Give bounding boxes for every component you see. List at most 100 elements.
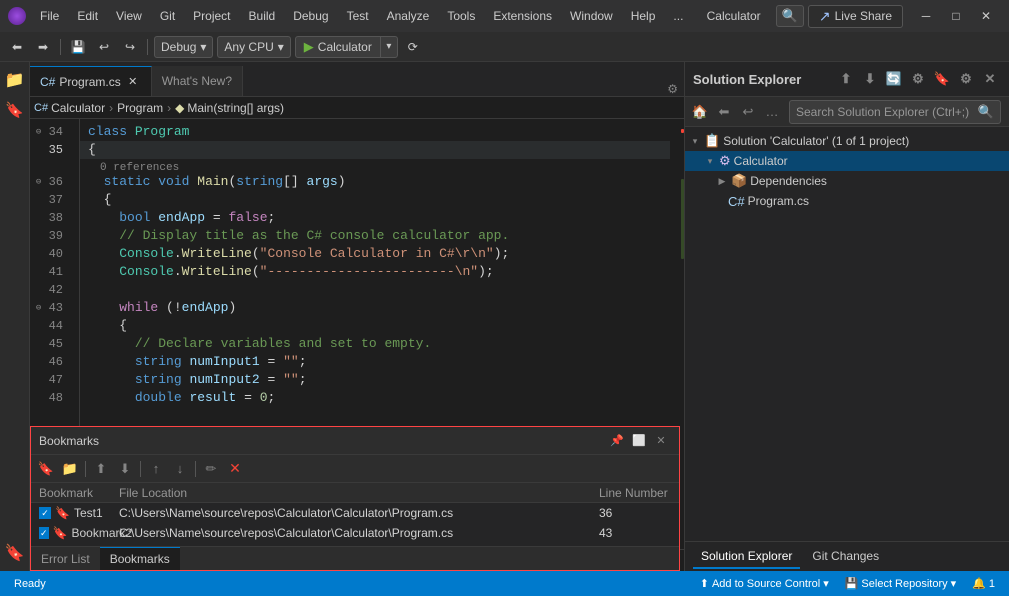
se-search[interactable]: Search Solution Explorer (Ctrl+;) 🔍 [789,100,1001,124]
menu-window[interactable]: Window [562,7,621,25]
se-tab-git-changes[interactable]: Git Changes [804,545,887,569]
bm-row1-checkbox[interactable]: ✓ [39,507,51,519]
forward-button[interactable]: ➡ [32,36,54,58]
code-line-ref: 0 references [80,159,670,173]
menu-analyze[interactable]: Analyze [379,7,438,25]
se-arrow-down[interactable]: ⬇ [859,68,881,90]
back-button[interactable]: ⬅ [6,36,28,58]
redo-button[interactable]: ↪ [119,36,141,58]
tree-program-cs-label: Program.cs [748,194,809,208]
fold-36[interactable]: ⊖ [33,176,45,188]
tab-gear-button[interactable]: ⚙ [661,82,684,96]
bm-row2-file: C:\Users\Name\source\repos\Calculator\Ca… [115,526,595,540]
se-tb-back[interactable]: ⬅ [713,101,735,123]
breadcrumb-calculator[interactable]: C# Calculator [34,101,105,115]
bm-next[interactable]: ⬇ [114,458,136,480]
fold-34[interactable]: ⊖ [33,126,45,138]
menu-extensions[interactable]: Extensions [485,7,560,25]
breadcrumb-method[interactable]: ◆ Main(string[] args) [175,101,284,115]
se-tb-refresh[interactable]: ↩ [737,101,759,123]
code-line-42 [80,281,670,299]
se-sync[interactable]: 🔄 [883,68,905,90]
status-ready[interactable]: Ready [6,571,54,596]
error-indicator-1 [681,129,684,133]
close-button[interactable]: ✕ [971,5,1001,27]
activity-bookmark-bottom[interactable]: 🔖 [1,539,29,567]
tab-program-cs-close[interactable]: ✕ [125,74,141,90]
save-all-button[interactable]: 💾 [67,36,89,58]
menu-tools[interactable]: Tools [439,7,483,25]
menu-edit[interactable]: Edit [69,7,106,25]
menu-view[interactable]: View [108,7,150,25]
tree-deps-label: Dependencies [750,174,827,188]
bm-sep-2 [140,461,141,477]
debug-config-arrow: ▾ [200,40,206,54]
menu-more[interactable]: ... [665,7,691,25]
tree-project-calculator[interactable]: ▾ ⚙ Calculator [685,151,1009,171]
tab-program-cs[interactable]: C# Program.cs ✕ [30,66,152,96]
se-bookmark[interactable]: 🔖 [931,68,953,90]
activity-explore[interactable]: 📁 [1,66,29,94]
bm-pin[interactable]: 📌 [607,431,627,451]
undo-button[interactable]: ↩ [93,36,115,58]
bm-row2-checkbox[interactable]: ✓ [39,527,49,539]
add-source-control-button[interactable]: ⬆ Add to Source Control ▾ [692,571,837,596]
notification-button[interactable]: 🔔 1 [964,571,1003,596]
bm-tab-bookmarks[interactable]: Bookmarks [100,547,180,570]
minimize-button[interactable]: ─ [911,5,941,27]
se-close[interactable]: ✕ [979,68,1001,90]
bm-move-up[interactable]: ↑ [145,458,167,480]
menu-help[interactable]: Help [623,7,664,25]
menu-build[interactable]: Build [241,7,284,25]
bm-close[interactable]: ✕ [651,431,671,451]
breadcrumb-cs-icon: C# [34,102,48,114]
bm-float[interactable]: ⬜ [629,431,649,451]
bm-rename[interactable]: ✏ [200,458,222,480]
restart-button[interactable]: ⟳ [402,36,424,58]
se-arrow-up[interactable]: ⬆ [835,68,857,90]
bm-tab-error-list[interactable]: Error List [31,547,100,570]
run-main-button[interactable]: ▶ Calculator [296,37,381,57]
code-line-40: Console.WriteLine("Console Calculator in… [80,245,670,263]
tree-dependencies[interactable]: ▶ 📦 Dependencies [685,171,1009,191]
maximize-button[interactable]: □ [941,5,971,27]
bm-add-folder[interactable]: 📁 [59,458,81,480]
activity-bookmark-top[interactable]: 🔖 [1,96,29,124]
platform-arrow: ▾ [278,40,284,54]
live-share-button[interactable]: ↗ Live Share [808,5,903,28]
se-tab-solution-explorer[interactable]: Solution Explorer [693,545,800,569]
breadcrumb-namespace[interactable]: Program [117,101,163,115]
tree-solution[interactable]: ▾ 📋 Solution 'Calculator' (1 of 1 projec… [685,131,1009,151]
tab-program-cs-label: Program.cs [59,75,120,89]
select-repository-button[interactable]: 💾 Select Repository ▾ [837,571,964,596]
run-dropdown-arrow[interactable]: ▾ [381,37,397,57]
debug-config-dropdown[interactable]: Debug ▾ [154,36,213,58]
line-47: 47 [30,371,71,389]
se-settings[interactable]: ⚙ [955,68,977,90]
se-filter[interactable]: ⚙ [907,68,929,90]
menu-git[interactable]: Git [152,7,183,25]
bm-row-2[interactable]: ✓ 🔖 Bookmark2 C:\Users\Name\source\repos… [31,523,679,543]
bm-move-down[interactable]: ↓ [169,458,191,480]
tree-program-cs[interactable]: C# Program.cs [685,191,1009,211]
bm-delete[interactable]: ✕ [224,458,246,480]
fold-43[interactable]: ⊖ [33,302,45,314]
tab-whats-new[interactable]: What's New? [152,66,243,96]
code-line-45: // Declare variables and set to empty. [80,335,670,353]
toolbar: ⬅ ➡ 💾 ↩ ↪ Debug ▾ Any CPU ▾ ▶ Calculator… [0,32,1009,62]
menu-test[interactable]: Test [339,7,377,25]
line-42: 42 [30,281,71,299]
bm-row-1[interactable]: ✓ 🔖 Test1 C:\Users\Name\source\repos\Cal… [31,503,679,523]
menu-project[interactable]: Project [185,7,238,25]
menu-file[interactable]: File [32,7,67,25]
se-tb-home[interactable]: 🏠 [689,101,711,123]
se-toolbar: 🏠 ⬅ ↩ … Search Solution Explorer (Ctrl+;… [685,97,1009,127]
platform-dropdown[interactable]: Any CPU ▾ [217,36,290,58]
title-bar: File Edit View Git Project Build Debug T… [0,0,1009,32]
bm-add-bookmark[interactable]: 🔖 [35,458,57,480]
bm-row1-name: Test1 [74,506,103,520]
bm-prev[interactable]: ⬆ [90,458,112,480]
search-button[interactable]: 🔍 [776,5,804,27]
menu-debug[interactable]: Debug [285,7,336,25]
se-tb-more[interactable]: … [761,101,783,123]
